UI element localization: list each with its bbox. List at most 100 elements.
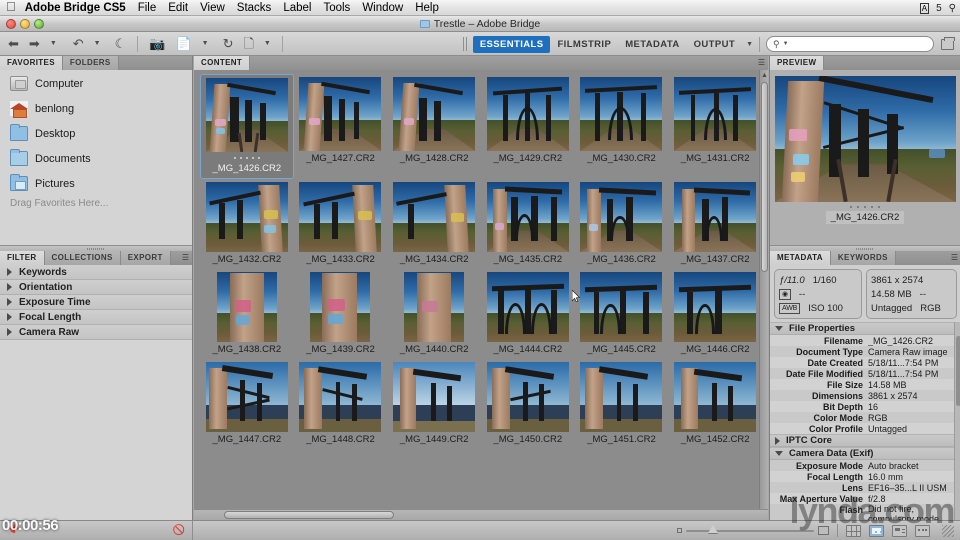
menu-item-stacks[interactable]: Stacks <box>237 2 272 14</box>
rating-dots[interactable] <box>233 154 260 161</box>
thumbnail-image[interactable] <box>299 182 382 252</box>
thumbnail-image[interactable] <box>310 272 371 342</box>
rotate-icon[interactable]: ↻ <box>221 36 236 51</box>
thumbnail-image[interactable] <box>580 362 663 432</box>
thumbnail-cell[interactable]: _MG_1429.CR2 <box>481 74 575 179</box>
thumbnail-image[interactable] <box>674 362 757 432</box>
thumbnail-image[interactable] <box>674 272 757 342</box>
forward-arrow-icon[interactable]: ➡ <box>27 36 42 51</box>
tab-folders[interactable]: FOLDERS <box>62 56 119 70</box>
thumbnail-image[interactable] <box>205 362 288 432</box>
thumbnail-image[interactable] <box>393 362 476 432</box>
scroll-up-arrow-icon[interactable]: ▲ <box>761 72 768 79</box>
preview-rating-dots[interactable] <box>850 206 880 208</box>
search-input[interactable] <box>791 38 927 50</box>
thumbnail-image[interactable] <box>486 362 569 432</box>
metadata-vertical-scrollbar[interactable] <box>954 322 960 540</box>
panel-menu-icon[interactable]: ☰ <box>758 58 765 67</box>
get-photos-from-camera-icon[interactable]: 📷 <box>147 36 167 51</box>
content-vertical-scrollbar[interactable]: ▲ ▼ <box>759 70 768 522</box>
thumbnail-cell[interactable]: _MG_1445.CR2 <box>575 269 669 359</box>
compact-mode-icon[interactable] <box>941 36 955 50</box>
tab-export[interactable]: EXPORT <box>120 251 171 265</box>
thumbnail-cell-selected[interactable]: _MG_1426.CR2 <box>200 74 294 179</box>
tab-content[interactable]: CONTENT <box>194 56 251 70</box>
menu-app-name[interactable]: Adobe Bridge CS5 <box>25 2 126 14</box>
favorite-item-benlong[interactable]: benlong <box>0 96 192 121</box>
preview-image[interactable] <box>774 76 956 202</box>
boomerang-icon[interactable]: ☾ <box>113 36 129 51</box>
tab-collections[interactable]: COLLECTIONS <box>44 251 121 265</box>
metadata-section-iptc-core[interactable]: IPTC Core <box>770 434 960 447</box>
thumbnail-cell[interactable]: _MG_1434.CR2 <box>387 179 481 269</box>
apple-logo-icon[interactable]:  <box>6 0 16 13</box>
thumbnail-image[interactable] <box>580 272 663 342</box>
thumbnail-cell[interactable]: _MG_1428.CR2 <box>387 74 481 179</box>
menu-item-view[interactable]: View <box>200 2 225 14</box>
minimize-button[interactable] <box>20 19 30 29</box>
metadata-section-file-properties[interactable]: File Properties <box>770 322 960 335</box>
go-to-parent-icon[interactable]: ↶ <box>71 36 86 51</box>
small-thumbnail-icon[interactable] <box>677 528 682 533</box>
scrollbar-thumb[interactable] <box>761 82 768 272</box>
tab-filter[interactable]: FILTER <box>0 251 45 265</box>
new-folder-icon[interactable]: 🗋 <box>241 36 255 51</box>
tab-preview[interactable]: PREVIEW <box>770 56 825 70</box>
workspace-drag-grip[interactable] <box>462 37 467 51</box>
menu-item-tools[interactable]: Tools <box>323 2 350 14</box>
filter-item-camera-raw[interactable]: Camera Raw <box>0 325 192 340</box>
thumbnail-cell[interactable]: _MG_1436.CR2 <box>575 179 669 269</box>
workspace-essentials[interactable]: ESSENTIALS <box>472 35 551 53</box>
thumbnail-image[interactable] <box>393 182 476 252</box>
thumbnail-cell[interactable]: _MG_1447.CR2 <box>200 359 294 449</box>
thumbnail-image[interactable] <box>299 77 382 151</box>
favorite-item-pictures[interactable]: Pictures <box>0 171 192 196</box>
go-to-parent-chevron-down-icon[interactable]: ▼ <box>92 39 103 48</box>
thumbnail-cell[interactable]: _MG_1427.CR2 <box>294 74 388 179</box>
clear-filter-icon[interactable]: 🚫 <box>173 525 185 536</box>
thumbnail-cell[interactable]: _MG_1431.CR2 <box>668 74 762 179</box>
favorite-item-desktop[interactable]: Desktop <box>0 121 192 146</box>
thumbnail-cell[interactable]: _MG_1448.CR2 <box>294 359 388 449</box>
thumbnail-image[interactable] <box>674 182 757 252</box>
zoom-button[interactable] <box>34 19 44 29</box>
favorite-item-computer[interactable]: Computer <box>0 71 192 96</box>
thumbnail-image[interactable] <box>674 77 757 151</box>
metadata-section-camera-data[interactable]: Camera Data (Exif) <box>770 447 960 460</box>
back-arrow-icon[interactable]: ⬅ <box>6 36 21 51</box>
thumbnail-image[interactable] <box>486 182 569 252</box>
filter-item-exposure-time[interactable]: Exposure Time <box>0 295 192 310</box>
thumbnail-cell[interactable]: _MG_1446.CR2 <box>668 269 762 359</box>
workspace-chevron-down-icon[interactable]: ▼ <box>746 41 753 48</box>
panel-menu-icon[interactable]: ☰ <box>182 253 189 262</box>
workspace-output[interactable]: OUTPUT <box>687 36 742 53</box>
filter-item-keywords[interactable]: Keywords <box>0 265 192 280</box>
menu-item-edit[interactable]: Edit <box>168 2 188 14</box>
thumbnail-cell[interactable]: _MG_1444.CR2 <box>481 269 575 359</box>
tab-favorites[interactable]: FAVORITES <box>0 56 63 70</box>
thumbnail-cell[interactable]: _MG_1440.CR2 <box>387 269 481 359</box>
thumbnail-image[interactable] <box>486 77 569 151</box>
thumbnail-cell[interactable]: _MG_1435.CR2 <box>481 179 575 269</box>
tab-metadata[interactable]: METADATA <box>770 251 831 265</box>
search-chevron-down-icon[interactable]: ▼ <box>783 41 789 47</box>
menu-item-file[interactable]: File <box>138 2 157 14</box>
filter-item-orientation[interactable]: Orientation <box>0 280 192 295</box>
thumbnail-image[interactable] <box>404 272 465 342</box>
thumbnail-cell[interactable]: _MG_1432.CR2 <box>200 179 294 269</box>
content-horizontal-scrollbar[interactable] <box>194 509 768 520</box>
thumbnail-cell[interactable]: _MG_1451.CR2 <box>575 359 669 449</box>
new-folder-chevron-down-icon[interactable]: ▼ <box>262 39 273 48</box>
scrollbar-thumb[interactable] <box>224 511 394 519</box>
refine-chevron-down-icon[interactable]: ▼ <box>200 39 211 48</box>
favorite-item-documents[interactable]: Documents <box>0 146 192 171</box>
thumbnail-image[interactable] <box>486 272 569 342</box>
spotlight-search-icon[interactable]: ⚲ <box>949 3 956 14</box>
workspace-filmstrip[interactable]: FILMSTRIP <box>550 36 618 53</box>
thumbnail-cell[interactable]: _MG_1449.CR2 <box>387 359 481 449</box>
thumbnail-cell[interactable]: _MG_1430.CR2 <box>575 74 669 179</box>
menu-item-window[interactable]: Window <box>362 2 403 14</box>
input-source-icon[interactable]: A <box>919 2 930 14</box>
panel-menu-icon[interactable]: ☰ <box>951 253 958 262</box>
filter-item-focal-length[interactable]: Focal Length <box>0 310 192 325</box>
